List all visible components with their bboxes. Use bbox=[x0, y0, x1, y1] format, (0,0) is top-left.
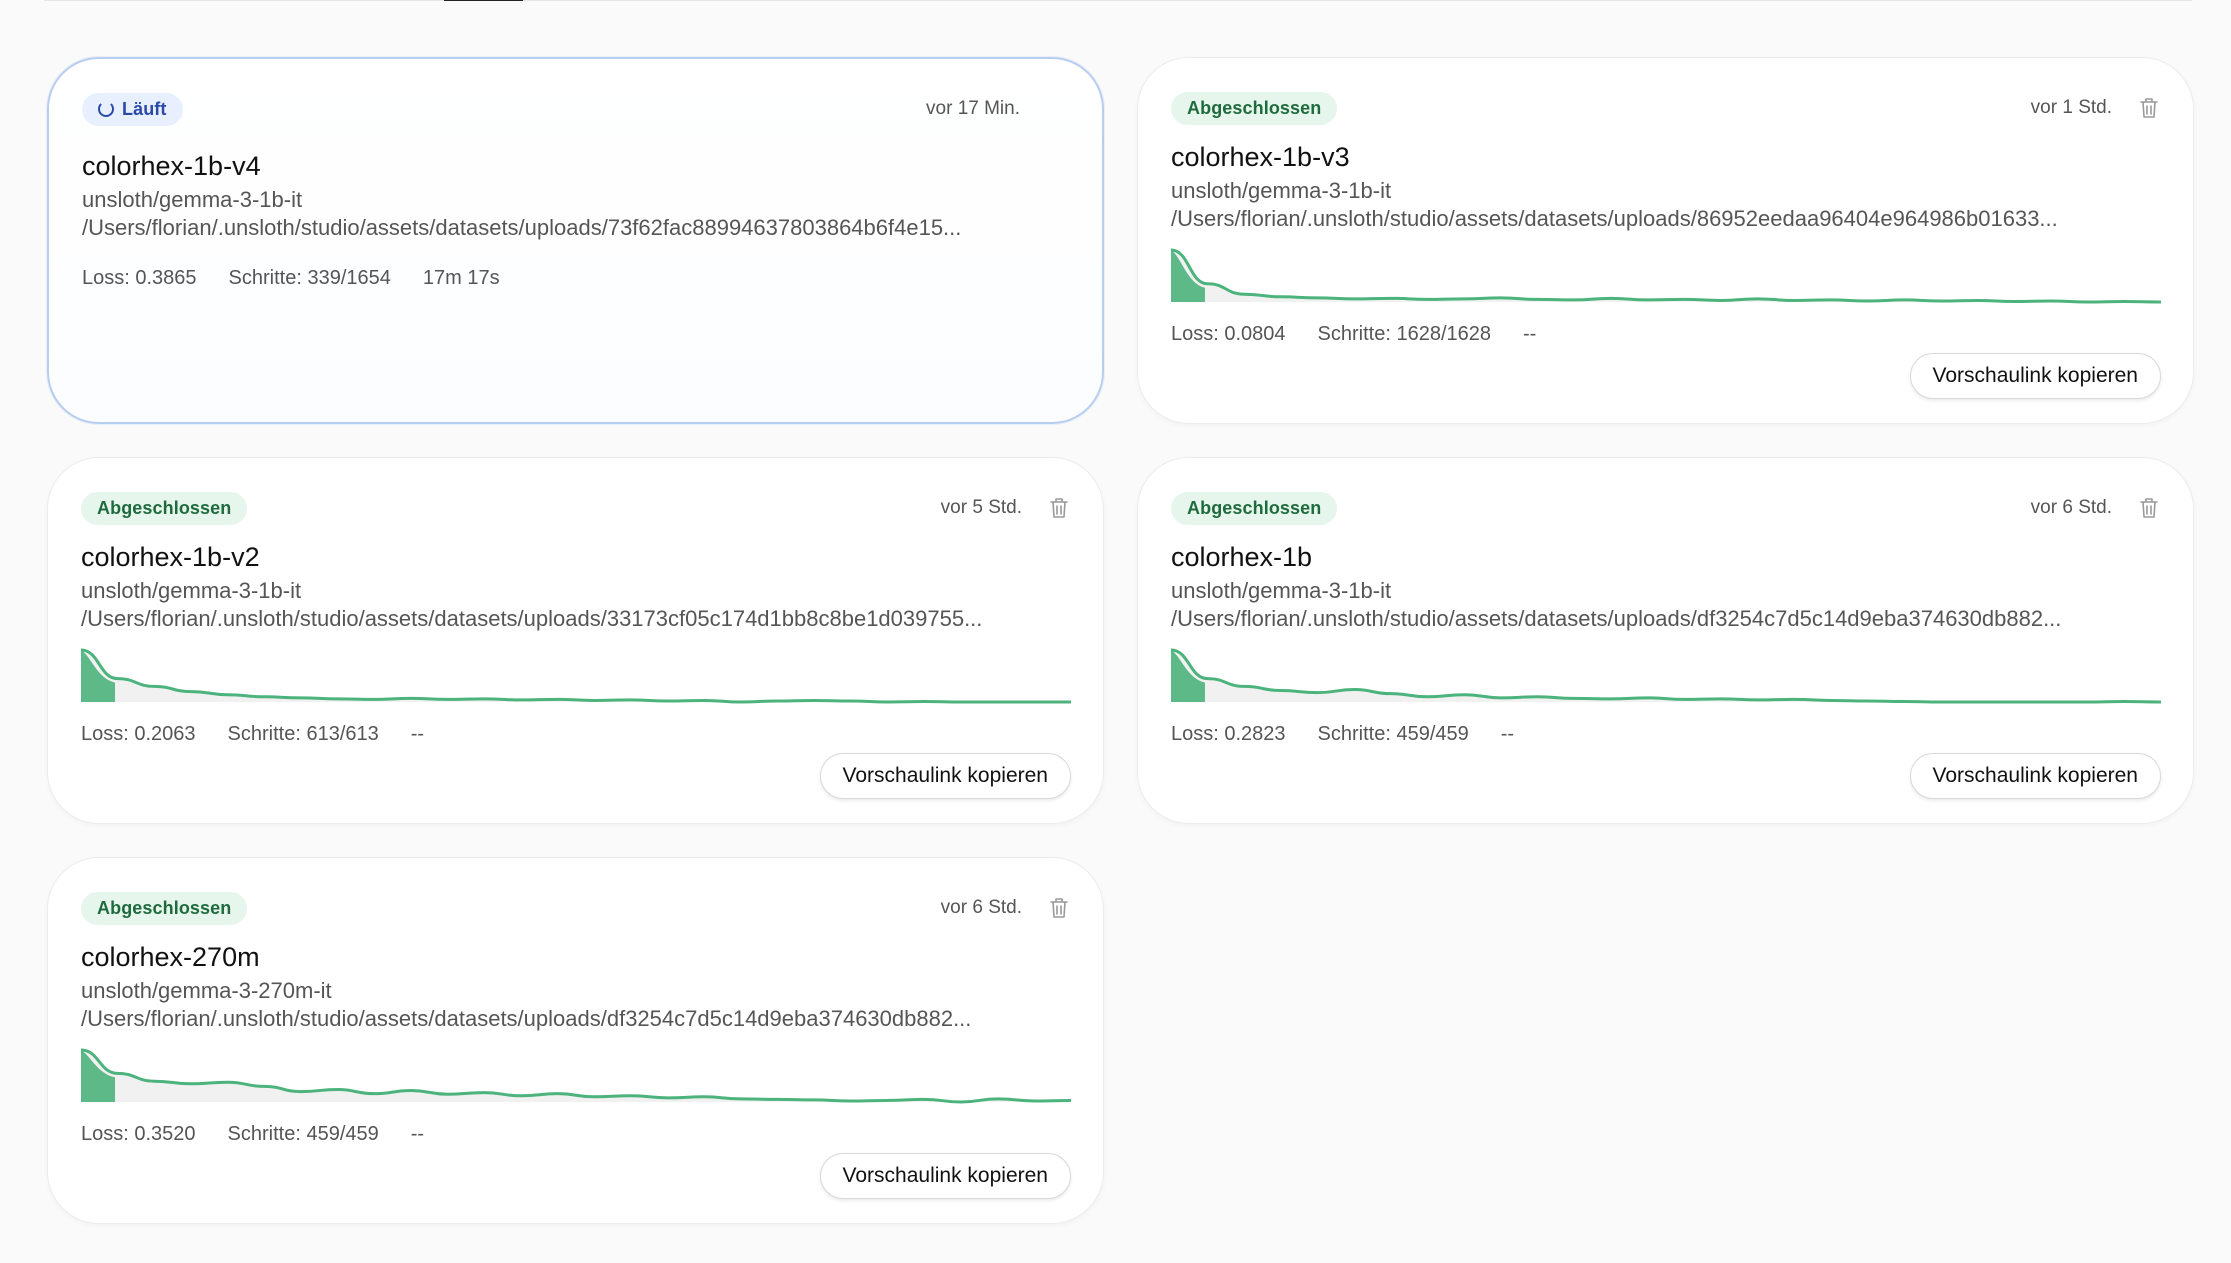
run-dataset-path: /Users/florian/.unsloth/studio/assets/da… bbox=[81, 1006, 972, 1031]
copy-preview-link-button[interactable]: Vorschaulink kopieren bbox=[819, 1153, 1071, 1199]
run-loss: Loss: 0.2823 bbox=[1171, 723, 1286, 745]
run-loss: Loss: 0.2063 bbox=[81, 723, 196, 745]
tab-underline-bar bbox=[44, 0, 2192, 1]
run-card[interactable]: Abgeschlossen vor 1 Std. colorhex-1b-v3 … bbox=[1137, 57, 2194, 424]
run-title: colorhex-1b-v3 bbox=[1171, 142, 1350, 172]
loss-sparkline bbox=[1171, 648, 2161, 704]
copy-preview-link-button[interactable]: Vorschaulink kopieren bbox=[819, 753, 1071, 799]
run-steps: Schritte: 459/459 bbox=[1317, 723, 1469, 745]
status-badge: Abgeschlossen bbox=[1171, 491, 1338, 525]
run-model: unsloth/gemma-3-1b-it bbox=[81, 578, 302, 603]
run-duration: -- bbox=[1523, 323, 1537, 345]
status-badge: Abgeschlossen bbox=[81, 491, 248, 525]
loss-sparkline bbox=[1171, 248, 2161, 304]
trash-icon[interactable] bbox=[2138, 96, 2160, 120]
sparkline-area bbox=[1171, 650, 2161, 702]
run-dataset-path: /Users/florian/.unsloth/studio/assets/da… bbox=[1171, 606, 2062, 631]
sparkline-line bbox=[81, 648, 1071, 704]
run-title: colorhex-270m bbox=[81, 942, 260, 972]
run-card[interactable]: Läuft vor 17 Min. colorhex-1b-v4 unsloth… bbox=[47, 57, 1104, 424]
active-tab-indicator bbox=[444, 0, 523, 1]
status-badge: Abgeschlossen bbox=[81, 891, 248, 925]
run-model: unsloth/gemma-3-1b-it bbox=[1171, 578, 1392, 603]
run-duration: 17m 17s bbox=[422, 267, 500, 289]
run-card[interactable]: Abgeschlossen vor 5 Std. colorhex-1b-v2 … bbox=[47, 457, 1104, 824]
run-time: vor 5 Std. bbox=[940, 497, 1022, 518]
run-steps: Schritte: 1628/1628 bbox=[1317, 323, 1491, 345]
trash-icon[interactable] bbox=[2138, 496, 2160, 520]
run-loss: Loss: 0.3865 bbox=[82, 267, 197, 289]
sparkline-line bbox=[1171, 248, 2161, 304]
run-title: colorhex-1b-v4 bbox=[82, 151, 261, 181]
trash-icon[interactable] bbox=[1048, 896, 1070, 920]
spinner-icon bbox=[98, 101, 114, 117]
run-steps: Schritte: 613/613 bbox=[227, 723, 379, 745]
run-time: vor 6 Std. bbox=[2030, 497, 2112, 518]
status-label: Läuft bbox=[122, 98, 167, 119]
run-duration: -- bbox=[410, 1123, 425, 1145]
copy-preview-link-button[interactable]: Vorschaulink kopieren bbox=[1909, 753, 2161, 799]
run-time: vor 6 Std. bbox=[940, 897, 1022, 918]
run-steps: Schritte: 459/459 bbox=[227, 1123, 379, 1145]
run-model: unsloth/gemma-3-1b-it bbox=[1171, 178, 1392, 203]
run-loss: Loss: 0.0804 bbox=[1171, 323, 1286, 345]
sparkline-head bbox=[1171, 250, 1205, 302]
run-card[interactable]: Abgeschlossen vor 6 Std. colorhex-270m u… bbox=[47, 857, 1104, 1224]
run-card[interactable]: Abgeschlossen vor 6 Std. colorhex-1b uns… bbox=[1137, 457, 2194, 824]
run-time: vor 17 Min. bbox=[926, 98, 1020, 119]
copy-preview-link-button[interactable]: Vorschaulink kopieren bbox=[1909, 353, 2161, 399]
run-duration: -- bbox=[410, 723, 425, 745]
sparkline-area bbox=[1171, 250, 2161, 302]
run-dataset-path: /Users/florian/.unsloth/studio/assets/da… bbox=[82, 215, 962, 240]
run-model: unsloth/gemma-3-270m-it bbox=[81, 978, 332, 1003]
run-dataset-path: /Users/florian/.unsloth/studio/assets/da… bbox=[81, 606, 983, 631]
run-duration: -- bbox=[1500, 723, 1515, 745]
run-steps: Schritte: 339/1654 bbox=[228, 267, 391, 289]
loss-sparkline bbox=[81, 648, 1071, 704]
run-time: vor 1 Std. bbox=[2030, 97, 2112, 118]
run-title: colorhex-1b-v2 bbox=[81, 542, 260, 572]
run-loss: Loss: 0.3520 bbox=[81, 1123, 196, 1145]
status-badge: Läuft bbox=[82, 92, 183, 126]
run-title: colorhex-1b bbox=[1171, 542, 1313, 572]
trash-icon[interactable] bbox=[1048, 496, 1070, 520]
status-badge: Abgeschlossen bbox=[1171, 91, 1338, 125]
loss-sparkline bbox=[81, 1048, 1071, 1104]
run-dataset-path: /Users/florian/.unsloth/studio/assets/da… bbox=[1171, 206, 2058, 231]
run-model: unsloth/gemma-3-1b-it bbox=[82, 187, 303, 212]
